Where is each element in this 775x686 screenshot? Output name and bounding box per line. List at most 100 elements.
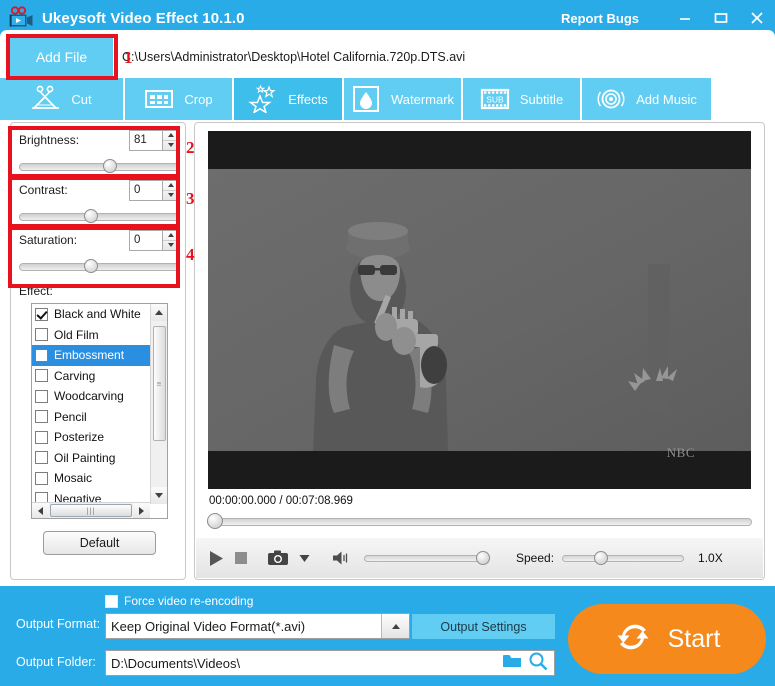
brightness-slider-thumb[interactable]	[103, 159, 117, 173]
volume-slider[interactable]	[364, 551, 490, 565]
nbc-watermark: NBC	[667, 445, 695, 461]
add-file-button[interactable]: Add File	[10, 38, 113, 76]
effect-checkbox[interactable]	[35, 451, 48, 465]
brightness-decrement[interactable]	[163, 141, 178, 150]
crop-frame-icon	[144, 85, 174, 113]
speaker-icon[interactable]	[332, 550, 352, 566]
tab-subtitle[interactable]: SUB Subtitle	[461, 78, 580, 120]
saturation-spinner-buttons[interactable]	[162, 230, 178, 250]
effect-checkbox[interactable]	[35, 307, 48, 321]
list-item[interactable]: Posterize	[32, 427, 150, 448]
tab-watermark-label: Watermark	[390, 91, 455, 107]
video-preview[interactable]: NBC	[208, 131, 751, 489]
effect-checkbox[interactable]	[35, 369, 48, 383]
output-settings-button[interactable]: Output Settings	[412, 614, 555, 639]
force-reencoding-row[interactable]: Force video re-encoding	[105, 594, 253, 608]
effect-checkbox[interactable]	[35, 389, 48, 403]
list-item[interactable]: Carving	[32, 366, 150, 387]
playback-time: 00:00:00.000 / 00:07:08.969	[209, 495, 353, 507]
nbc-watermark-text: NBC	[666, 445, 695, 460]
tab-add-music-label: Add Music	[636, 91, 697, 107]
brightness-stepper[interactable]: 81	[129, 129, 179, 151]
horizontal-scroll-thumb[interactable]: |||	[50, 504, 132, 517]
list-item[interactable]: Black and White	[32, 304, 150, 325]
file-path-display: C:\Users\Administrator\Desktop\Hotel Cal…	[122, 38, 765, 76]
stars-icon	[248, 85, 278, 113]
speed-slider-track	[562, 555, 685, 562]
tab-subtitle-label: Subtitle	[519, 91, 564, 107]
tab-add-music[interactable]: Add Music	[580, 78, 711, 120]
magnifier-icon[interactable]	[528, 651, 548, 676]
contrast-slider-thumb[interactable]	[84, 209, 98, 223]
effect-list[interactable]: Black and White Old Film Embossment Carv…	[31, 303, 168, 519]
brightness-slider-track	[19, 163, 179, 171]
list-item[interactable]: Oil Painting	[32, 448, 150, 469]
camera-icon[interactable]	[268, 550, 288, 566]
saturation-control: Saturation: 0	[19, 229, 179, 274]
seek-slider-track	[207, 518, 752, 526]
tab-effects[interactable]: Effects	[232, 78, 342, 120]
saturation-slider[interactable]	[19, 258, 179, 274]
contrast-decrement[interactable]	[163, 191, 178, 200]
brightness-spinner-buttons[interactable]	[162, 130, 178, 150]
scroll-down-icon[interactable]	[151, 487, 167, 504]
triangle-up-icon[interactable]	[381, 614, 409, 638]
contrast-control: Contrast: 0	[19, 179, 179, 224]
scroll-right-icon[interactable]	[133, 503, 150, 518]
speed-slider-thumb[interactable]	[594, 551, 609, 565]
list-item[interactable]: Mosaic	[32, 468, 150, 489]
effect-list-horizontal-scrollbar[interactable]: |||	[32, 502, 150, 518]
scroll-left-icon[interactable]	[32, 503, 49, 518]
effect-checkbox[interactable]	[35, 328, 48, 342]
output-format-combobox[interactable]: Keep Original Video Format(*.avi)	[105, 613, 410, 639]
volume-slider-thumb[interactable]	[476, 551, 490, 565]
tab-watermark[interactable]: Watermark	[342, 78, 461, 120]
stop-icon[interactable]	[234, 551, 248, 565]
saturation-decrement[interactable]	[163, 241, 178, 250]
vertical-scroll-thumb[interactable]: ≡	[153, 326, 166, 441]
saturation-stepper[interactable]: 0	[129, 229, 179, 251]
effect-checkbox[interactable]	[35, 348, 48, 362]
tab-cut[interactable]: Cut	[0, 78, 123, 120]
list-item[interactable]: Woodcarving	[32, 386, 150, 407]
refresh-loop-icon	[614, 618, 652, 661]
default-button[interactable]: Default	[43, 531, 156, 555]
output-format-label: Output Format:	[16, 617, 101, 631]
report-bugs-link[interactable]: Report Bugs	[561, 11, 639, 26]
seek-slider[interactable]	[207, 513, 752, 529]
speed-slider[interactable]	[562, 551, 685, 565]
folder-icon[interactable]	[502, 653, 522, 674]
contrast-slider[interactable]	[19, 208, 179, 224]
list-item[interactable]: Pencil	[32, 407, 150, 428]
force-reencoding-checkbox[interactable]	[105, 594, 118, 608]
contrast-slider-track	[19, 213, 179, 221]
effect-checkbox[interactable]	[35, 430, 48, 444]
output-folder-input[interactable]: D:\Documents\Videos\	[105, 650, 555, 676]
speed-value: 1.0X	[698, 551, 723, 565]
contrast-stepper[interactable]: 0	[129, 179, 179, 201]
force-reencoding-label: Force video re-encoding	[124, 594, 254, 608]
start-button[interactable]: Start	[568, 604, 766, 674]
effect-label: Posterize	[54, 430, 105, 445]
effect-label: Oil Painting	[54, 450, 116, 465]
scroll-up-icon[interactable]	[151, 304, 167, 321]
brightness-slider[interactable]	[19, 158, 179, 174]
effect-checkbox[interactable]	[35, 410, 48, 424]
effect-checkbox[interactable]	[35, 471, 48, 485]
list-item[interactable]: Old Film	[32, 325, 150, 346]
tab-crop[interactable]: Crop	[123, 78, 232, 120]
effect-list-vertical-scrollbar[interactable]: ≡	[150, 304, 167, 504]
output-folder-label: Output Folder:	[16, 655, 96, 669]
effect-label: Embossment	[54, 348, 125, 363]
chevron-down-icon[interactable]	[299, 554, 310, 563]
contrast-spinner-buttons[interactable]	[162, 180, 178, 200]
brightness-increment[interactable]	[163, 131, 178, 141]
saturation-slider-thumb[interactable]	[84, 259, 98, 273]
speaker-ring-icon	[596, 85, 626, 113]
play-icon[interactable]	[208, 550, 224, 567]
seek-slider-thumb[interactable]	[207, 513, 223, 529]
movie-camera-icon	[8, 6, 34, 30]
list-item[interactable]: Embossment	[32, 345, 150, 366]
saturation-increment[interactable]	[163, 231, 178, 241]
contrast-increment[interactable]	[163, 181, 178, 191]
